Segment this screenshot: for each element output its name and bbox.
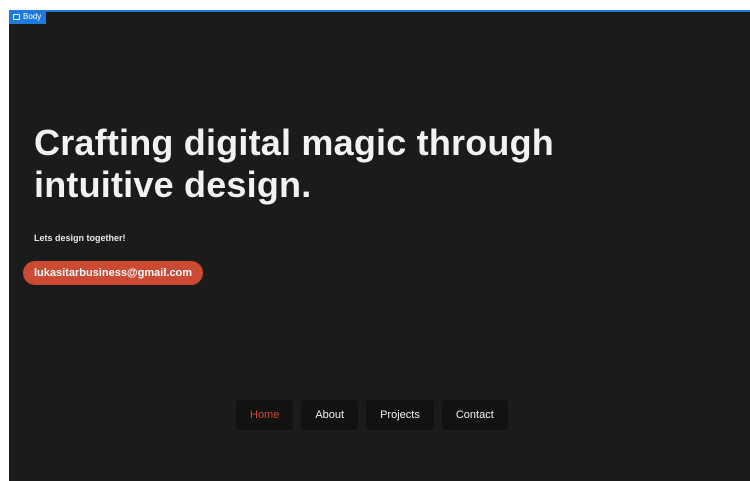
nav-item-contact[interactable]: Contact <box>441 400 508 430</box>
bottom-nav: Home About Projects Contact <box>236 400 508 430</box>
nav-item-about[interactable]: About <box>301 400 359 430</box>
body-selection-tag[interactable]: Body <box>9 10 47 24</box>
email-button[interactable]: lukasitarbusiness@gmail.com <box>23 261 204 285</box>
hero-subtitle: Lets design together! <box>34 233 126 243</box>
frame-icon <box>13 14 20 20</box>
hero-headline: Crafting digital magic through intuitive… <box>34 122 554 205</box>
page-body: Crafting digital magic through intuitive… <box>9 10 750 481</box>
nav-item-projects[interactable]: Projects <box>366 400 434 430</box>
nav-item-home[interactable]: Home <box>236 400 294 430</box>
body-selection-label: Body <box>23 12 42 21</box>
